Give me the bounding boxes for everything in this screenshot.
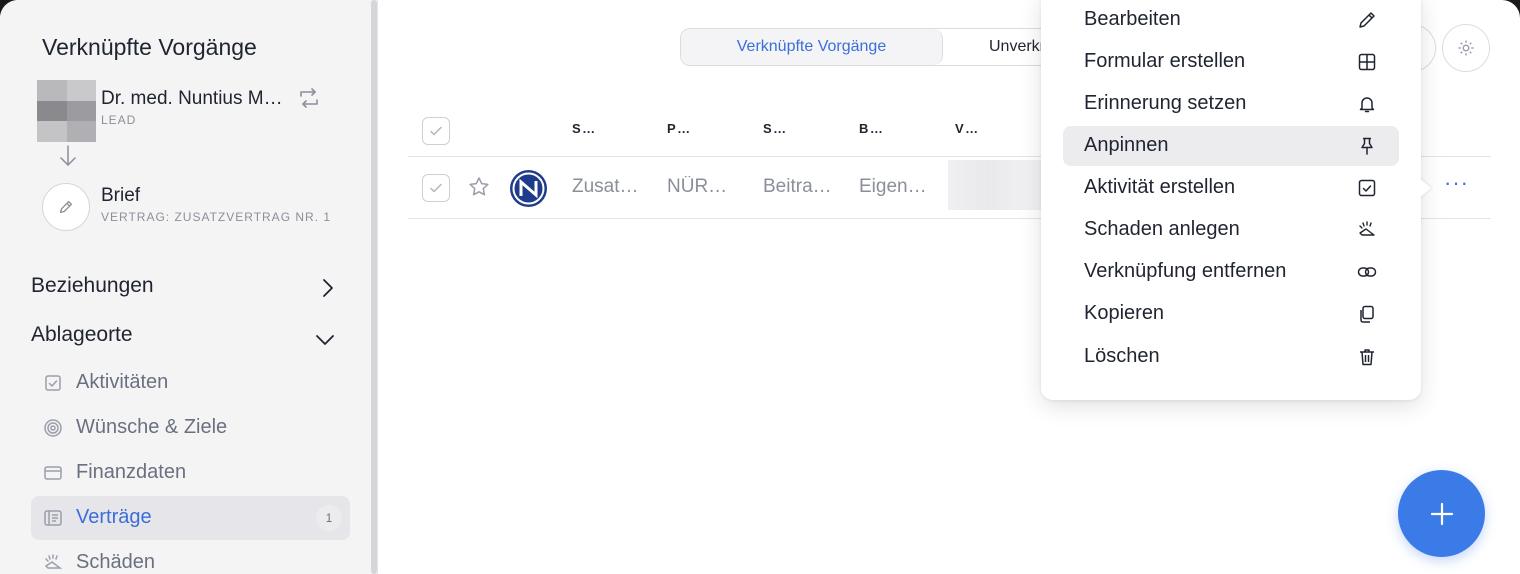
sidebar-item-schaeden[interactable]: Schäden (31, 541, 350, 574)
menu-item-label: Anpinnen (1084, 134, 1169, 156)
menu-item-label: Löschen (1084, 345, 1160, 367)
menu-item-verknuepfung-entfernen[interactable]: Verknüpfung entfernen (1063, 252, 1399, 292)
sync-icon[interactable] (296, 86, 322, 110)
check-icon (430, 126, 442, 136)
menu-item-label: Aktivität erstellen (1084, 176, 1236, 198)
menu-item-erinnerung-setzen[interactable]: Erinnerung setzen (1063, 84, 1399, 124)
menu-item-aktivitaet-erstellen[interactable]: Aktivität erstellen (1063, 168, 1399, 208)
contract-icon (44, 510, 62, 526)
cell-sparte: Zusatzvertrag (572, 176, 644, 197)
select-all-checkbox[interactable] (422, 117, 450, 145)
grid-icon (1358, 53, 1376, 71)
copy-icon (1360, 305, 1374, 323)
menu-item-label: Kopieren (1084, 302, 1165, 324)
view-toggle: Verknüpfte Vorgänge Unverknüpfte Vorgäng… (680, 28, 1060, 66)
app-window: Verknüpfte Vorgänge Dr. med. Nuntius Mey… (0, 0, 1520, 574)
wallet-icon (44, 466, 62, 480)
sidebar-item-label: Wünsche & Ziele (76, 416, 228, 438)
menu-item-anpinnen[interactable]: Anpinnen (1063, 126, 1399, 166)
sidebar-item-label: Schäden (76, 551, 155, 573)
pencil-icon (1359, 12, 1375, 28)
menu-item-label: Verknüpfung entfernen (1084, 260, 1287, 282)
star-icon[interactable] (467, 175, 491, 199)
damage-icon (44, 554, 63, 569)
more-options-button[interactable]: ··· (1444, 170, 1469, 196)
pin-icon (1361, 137, 1373, 155)
settings-button[interactable] (1442, 24, 1490, 72)
bell-icon (1359, 97, 1375, 113)
chevron-right-icon[interactable] (316, 277, 338, 299)
section-ablageorte[interactable]: Ablageorte (31, 323, 133, 347)
menu-item-label: Formular erstellen (1084, 50, 1246, 72)
sidebar-title: Verknüpfte Vorgänge (42, 34, 257, 60)
gear-icon (1458, 40, 1474, 56)
add-button[interactable] (1398, 470, 1485, 557)
sidebar-item-label: Finanzdaten (76, 461, 187, 483)
column-header-vertragsnr[interactable]: VERTRAGSNR (955, 121, 985, 136)
column-header-beitrag[interactable]: BEITRAG (859, 121, 889, 136)
checkbox-icon (45, 375, 61, 391)
cell-status: Beitragsfrei (763, 176, 833, 197)
menu-item-label: Bearbeiten (1084, 8, 1181, 30)
sidebar-item-label: Verträge (76, 506, 152, 528)
brief-edit-button[interactable] (42, 183, 90, 231)
sidebar-item-aktivitaeten[interactable]: Aktivitäten (31, 361, 350, 405)
section-beziehungen[interactable]: Beziehungen (31, 274, 154, 298)
plus-icon (1430, 502, 1453, 525)
menu-item-label: Schaden anlegen (1084, 218, 1240, 240)
menu-item-loeschen[interactable]: Löschen (1063, 337, 1399, 377)
column-header-sparte[interactable]: SPARTE (572, 121, 602, 136)
cell-produkt: NÜRNBERGER (667, 176, 737, 197)
menu-item-kopieren[interactable]: Kopieren (1063, 294, 1399, 334)
sidebar-item-vertraege[interactable]: Verträge 1 (31, 496, 350, 540)
brief-subtitle: VERTRAG: ZUSATZVERTRAG NR. 1 (101, 210, 332, 224)
menu-item-label: Erinnerung setzen (1084, 92, 1247, 114)
menu-item-schaden-anlegen[interactable]: Schaden anlegen (1063, 210, 1399, 250)
context-menu-arrow (1419, 178, 1431, 198)
cell-beitrag: Eigenvertrag (859, 176, 929, 197)
pencil-icon (59, 200, 73, 214)
brief-title[interactable]: Brief (101, 185, 140, 207)
menu-item-bearbeiten[interactable]: Bearbeiten (1063, 0, 1399, 40)
sidebar-scrollbar[interactable] (371, 0, 377, 574)
avatar[interactable] (37, 80, 96, 142)
sidebar-item-finanzdaten[interactable]: Finanzdaten (31, 451, 350, 495)
sidebar-item-wuensche[interactable]: Wünsche & Ziele (31, 406, 350, 450)
damage-icon (1359, 221, 1375, 236)
arrow-down-icon (60, 145, 76, 167)
column-header-produkt[interactable]: PRODUKT (667, 121, 697, 136)
trash-icon (1360, 349, 1374, 366)
tab-verknuepfte-vorgaenge[interactable]: Verknüpfte Vorgänge (681, 29, 943, 65)
column-header-status[interactable]: STATUS (763, 121, 793, 136)
person-role: LEAD (101, 113, 137, 127)
sidebar: Verknüpfte Vorgänge Dr. med. Nuntius Mey… (0, 0, 378, 574)
row-checkbox[interactable] (422, 174, 450, 202)
insurer-logo-icon (512, 172, 545, 205)
checkbox-icon (1358, 179, 1376, 197)
redacted-cell (948, 160, 1048, 210)
unlink-icon (1357, 267, 1377, 277)
count-badge: 1 (316, 505, 342, 531)
insurer-logo (510, 170, 547, 207)
target-icon (44, 419, 62, 437)
menu-item-formular-erstellen[interactable]: Formular erstellen (1063, 42, 1399, 82)
sidebar-item-label: Aktivitäten (76, 371, 169, 393)
check-icon (430, 183, 442, 193)
person-name[interactable]: Dr. med. Nuntius Meyer (101, 88, 283, 110)
context-menu: Bearbeiten Formular erstellen Erinnerung… (1041, 0, 1421, 400)
chevron-down-icon[interactable] (314, 328, 336, 350)
